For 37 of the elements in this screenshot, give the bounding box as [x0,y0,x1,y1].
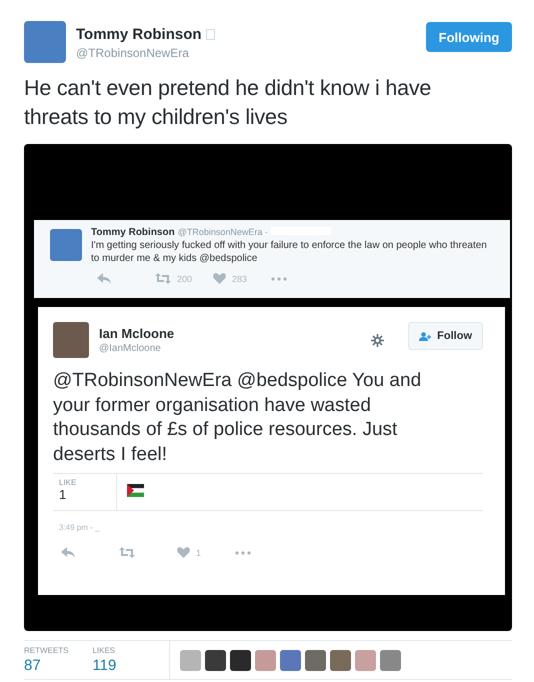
tweet-text: @TRobinsonNewEra @bedspolice You and your former organisation have wasted thousands of £s of police resources. Just deserts I feel! [53,369,422,466]
like-count: 283 [232,274,248,284]
retweet-icon[interactable] [155,273,171,284]
stat-label: RETWEETS [24,646,68,655]
retweet-count: 200 [177,274,192,284]
heart-icon[interactable] [177,547,190,558]
author-name: Ian Mcloone [99,326,176,341]
timestamp: 3:49 pm - _ [59,523,100,532]
heart-icon[interactable] [213,273,226,284]
more-icon[interactable] [271,276,287,280]
following-button[interactable]: Following [426,22,512,52]
stat-value[interactable]: 87 [24,657,68,674]
avatar [50,229,82,261]
like-label: LIKE [59,478,78,487]
author-handle: @TRobinsonNewEra · [178,227,268,237]
reply-icon[interactable] [61,547,75,558]
reply-icon[interactable] [97,273,111,284]
author-handle[interactable]: @TRobinsonNewEra [76,46,416,60]
settings-icon [371,334,384,347]
more-icon[interactable] [235,550,251,554]
photo-placeholder [53,322,89,358]
retweet-icon[interactable] [119,547,135,558]
follow-button[interactable]: Follow [408,322,483,350]
tweet-text: He can't even pretend he didn't know i have threats to my children's lives [24,75,432,131]
add-person-icon [419,332,432,340]
tweet-text: I'm getting seriously fucked off with your failure to enforce the law on people who threaten to murder me & my kids @bedspolice [91,239,488,265]
stat-label: LIKES [92,646,116,655]
author-handle: @IanMcloone [99,343,162,354]
author-name: Tommy Robinson [91,227,175,238]
photo-placeholder[interactable] [205,650,226,670]
author-name[interactable]: Tommy Robinson [76,26,202,43]
like-count: 1 [196,548,202,558]
flag-icon [127,484,144,497]
photo-placeholder[interactable] [230,650,251,670]
like-count: 1 [59,487,68,502]
badge-icon [206,29,215,40]
stat-value[interactable]: 119 [92,657,116,674]
